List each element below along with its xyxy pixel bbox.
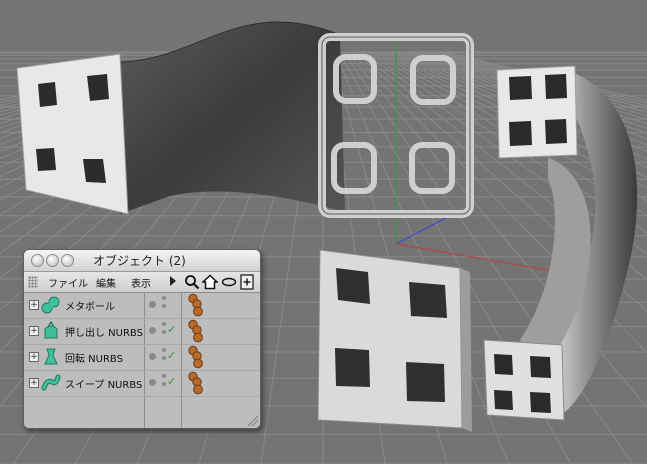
expand-toggle[interactable]: + — [29, 300, 39, 310]
extrude-nurbs-icon — [44, 321, 58, 339]
tag-spheres-icon[interactable] — [184, 293, 214, 318]
visibility-dot[interactable] — [149, 301, 156, 308]
object-name[interactable]: メタボール — [65, 298, 115, 313]
visibility-dot[interactable] — [149, 353, 156, 360]
object-row-metaball[interactable]: + メタボール — [24, 293, 260, 319]
expand-triangle-icon[interactable] — [170, 276, 176, 286]
home-icon[interactable] — [202, 274, 218, 290]
editor-visibility-dot[interactable] — [162, 348, 166, 352]
window-title: オブジェクト (2) — [93, 254, 186, 268]
editor-visibility-dot[interactable] — [162, 296, 166, 300]
menu-view[interactable]: 表示 — [131, 275, 151, 290]
enabled-check-icon[interactable]: ✓ — [167, 350, 176, 362]
editor-visibility-dot[interactable] — [162, 374, 166, 378]
lathe-nurbs-icon — [44, 348, 58, 365]
drag-grip-icon[interactable] — [28, 276, 38, 288]
render-visibility-dot[interactable] — [162, 382, 166, 386]
sweep-object — [483, 65, 638, 421]
object-row-lathe-nurbs[interactable]: + 回転 NURBS ✓ — [24, 345, 260, 371]
view-oval-icon[interactable] — [221, 274, 237, 290]
metaball-icon — [41, 296, 60, 314]
tag-spheres-icon[interactable] — [184, 371, 214, 396]
zoom-button[interactable] — [61, 254, 74, 267]
render-visibility-dot[interactable] — [162, 356, 166, 360]
menu-file[interactable]: ファイル — [48, 275, 88, 290]
object-manager-window[interactable]: オブジェクト (2) ファイル 編集 表示 + メタボール + 押し出し NUR… — [23, 249, 261, 429]
visibility-dot[interactable] — [149, 327, 156, 334]
title-bar[interactable]: オブジェクト (2) — [24, 250, 260, 272]
tag-spheres-icon[interactable] — [184, 345, 214, 370]
expand-toggle[interactable]: + — [29, 352, 39, 362]
object-row-sweep-nurbs[interactable]: + スイープ NURBS ✓ — [24, 371, 260, 397]
render-visibility-dot[interactable] — [162, 304, 166, 308]
lathe-object — [317, 249, 472, 432]
render-visibility-dot[interactable] — [162, 330, 166, 334]
object-row-extrude-nurbs[interactable]: + 押し出し NURBS ✓ — [24, 319, 260, 345]
menu-edit[interactable]: 編集 — [96, 275, 116, 290]
close-button[interactable] — [31, 254, 44, 267]
editor-visibility-dot[interactable] — [162, 322, 166, 326]
expand-toggle[interactable]: + — [29, 378, 39, 388]
resize-handle-icon[interactable] — [248, 416, 258, 426]
enabled-check-icon[interactable]: ✓ — [167, 324, 176, 336]
object-name[interactable]: 回転 NURBS — [65, 350, 123, 365]
search-icon[interactable] — [184, 274, 200, 290]
sweep-nurbs-icon — [41, 374, 61, 391]
visibility-dot[interactable] — [149, 379, 156, 386]
expand-toggle[interactable]: + — [29, 326, 39, 336]
axis-z — [395, 217, 447, 245]
enabled-check-icon[interactable]: ✓ — [167, 376, 176, 388]
add-window-icon[interactable] — [240, 274, 254, 290]
tag-spheres-icon[interactable] — [184, 319, 214, 344]
extruded-twisted-object — [16, 21, 345, 215]
object-list[interactable]: + メタボール + 押し出し NURBS ✓ + 回転 NURBS ✓ + スイ… — [24, 293, 260, 428]
menu-bar: ファイル 編集 表示 — [24, 272, 260, 293]
object-name[interactable]: 押し出し NURBS — [65, 324, 143, 339]
minimize-button[interactable] — [46, 254, 59, 267]
object-name[interactable]: スイープ NURBS — [65, 376, 142, 391]
